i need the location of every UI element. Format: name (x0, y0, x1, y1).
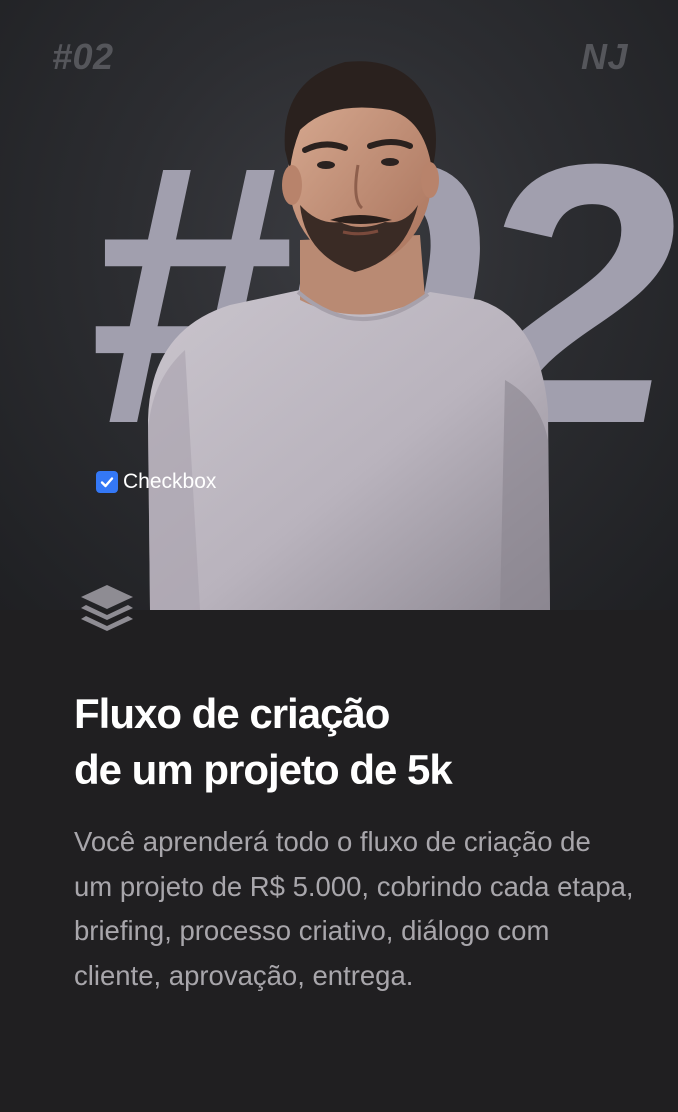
hero-image: #02 NJ #02 (0, 0, 678, 610)
presenter-photo (148, 61, 550, 610)
course-description: Você aprenderá todo o fluxo de criação d… (74, 826, 634, 991)
course-title-line-1: Fluxo de criação (74, 690, 390, 737)
course-title: Fluxo de criação de um projeto de 5k (74, 686, 634, 798)
layers-stack-icon (81, 585, 133, 631)
course-info: Fluxo de criação de um projeto de 5k Voc… (74, 686, 634, 998)
checkbox-label: Checkbox (123, 470, 217, 493)
checkmark-icon[interactable] (96, 471, 118, 493)
course-title-line-2: de um projeto de 5k (74, 746, 453, 793)
course-card[interactable]: #02 NJ #02 (0, 0, 678, 1112)
checkbox[interactable]: Checkbox (96, 470, 216, 494)
